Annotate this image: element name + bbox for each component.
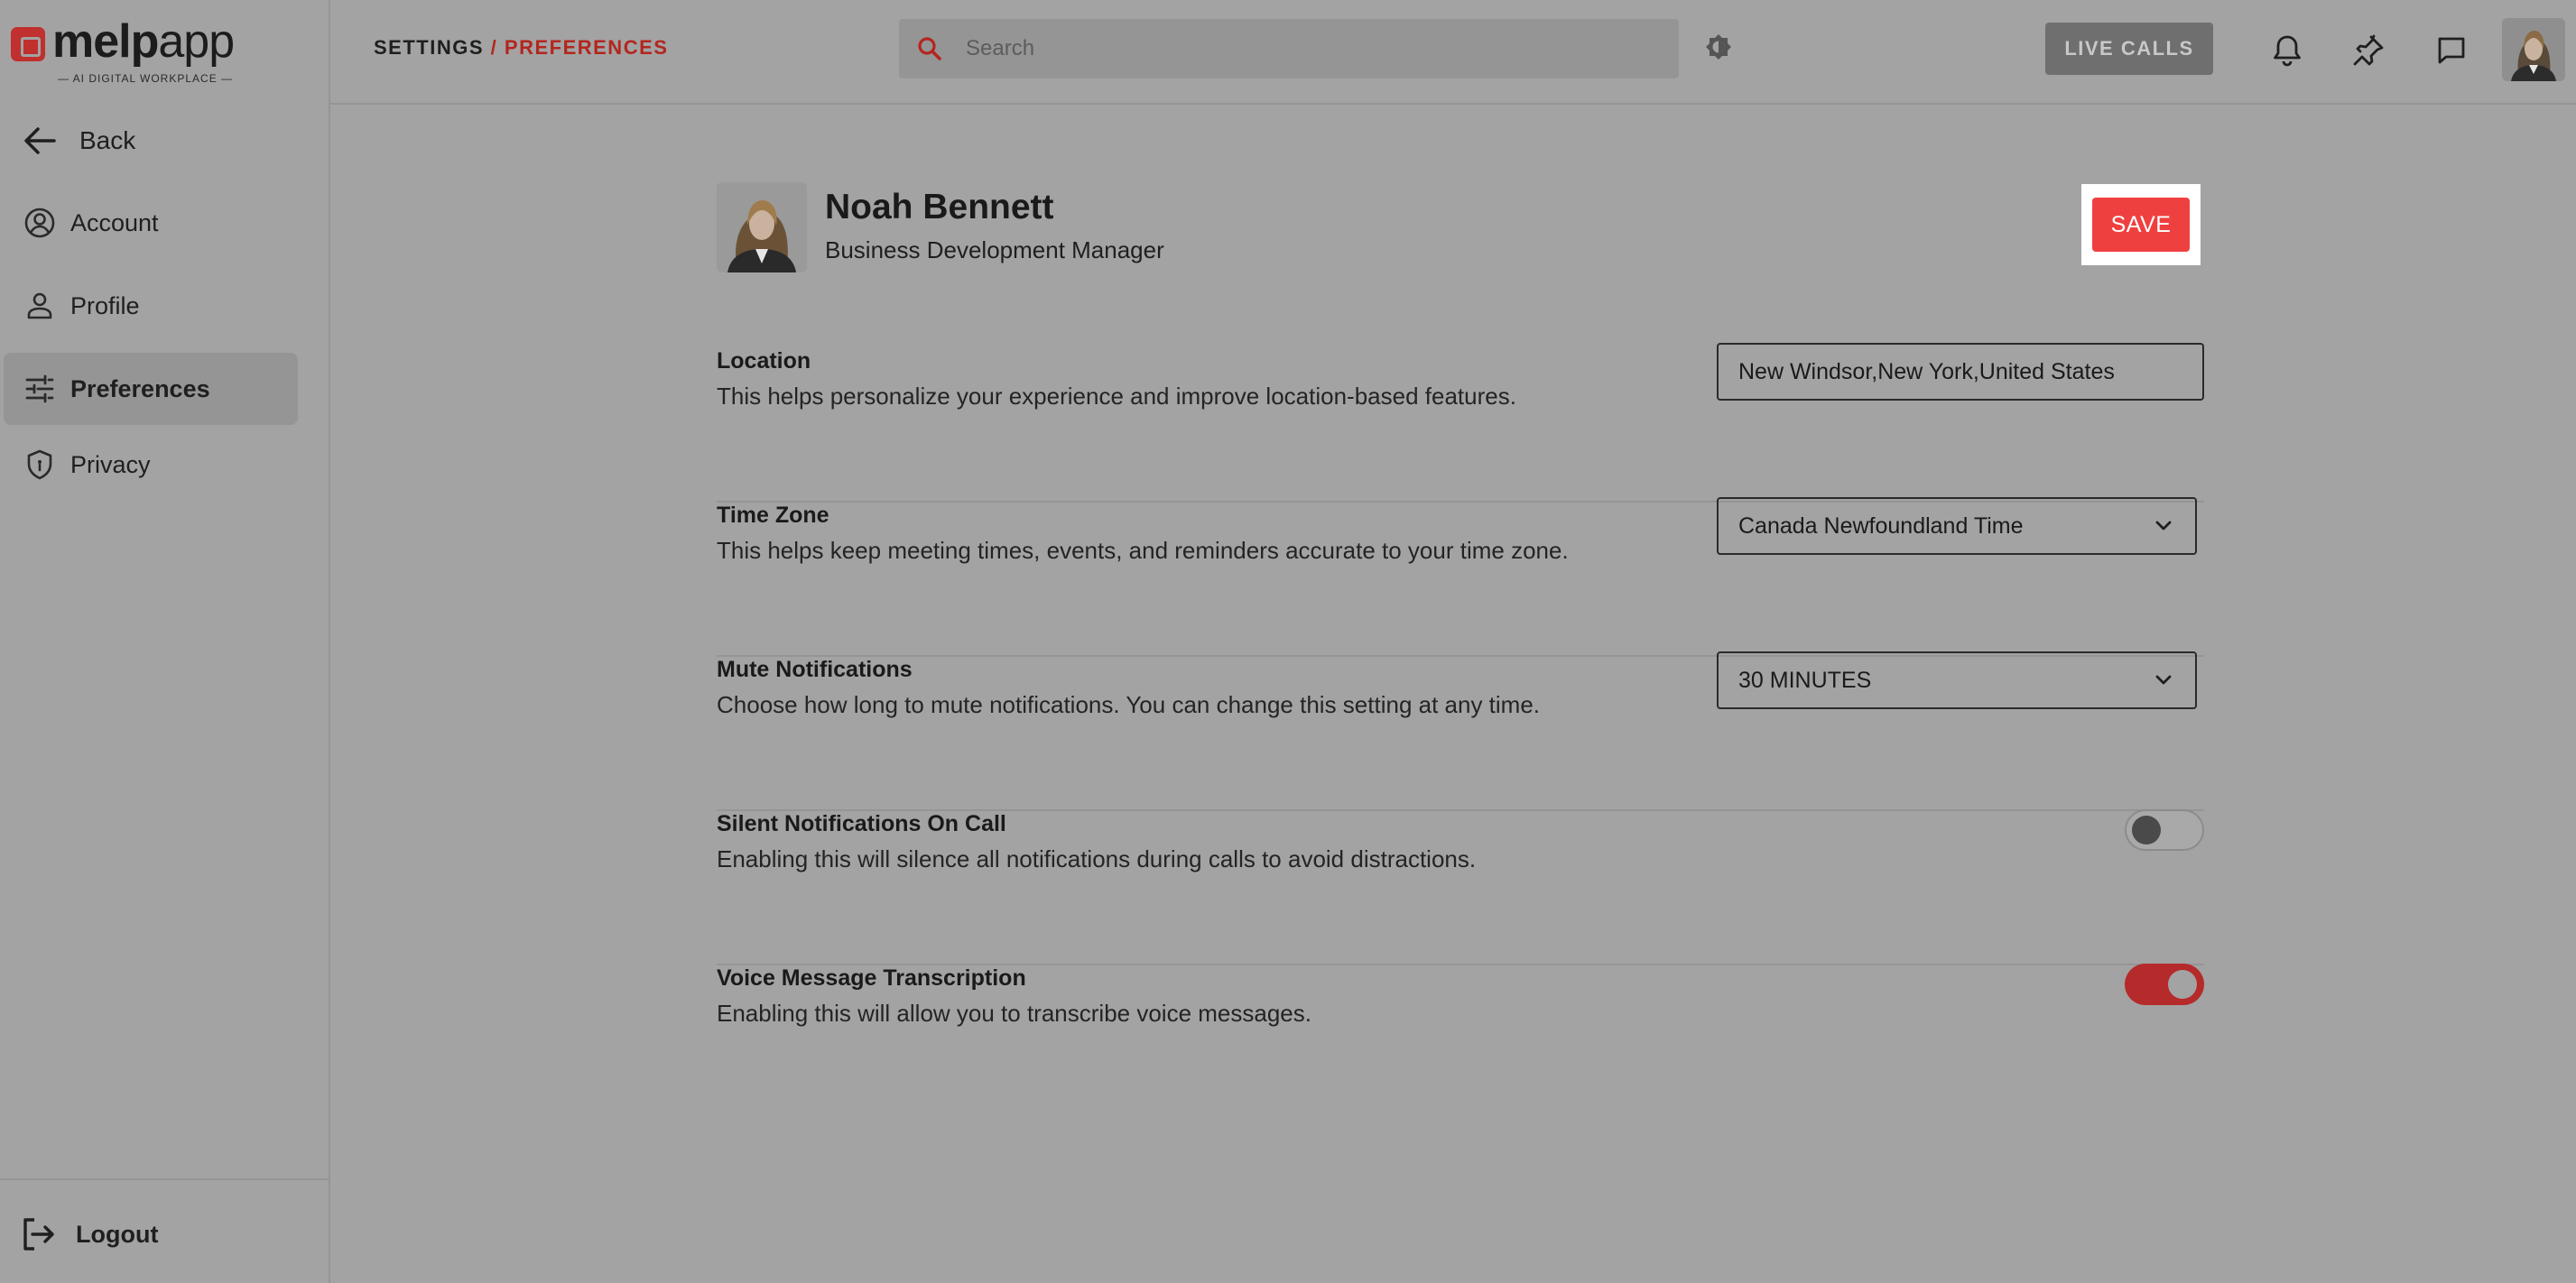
top-bar: SETTINGS / PREFERENCES LIVE CALLS <box>330 0 2576 105</box>
search-input[interactable] <box>966 36 1652 61</box>
shield-icon <box>22 447 58 483</box>
save-button-highlight: SAVE <box>2081 184 2201 265</box>
time-zone-select[interactable]: Canada Newfoundland Time <box>1717 497 2197 555</box>
mute-duration-select[interactable]: 30 MINUTES <box>1717 651 2197 709</box>
bell-icon[interactable] <box>2267 31 2307 70</box>
silent-on-call-toggle[interactable] <box>2125 809 2204 851</box>
search-bar[interactable] <box>899 19 1679 78</box>
melp-logo[interactable]: melpapp — AI DIGITAL WORKPLACE — <box>11 15 255 88</box>
setting-title: Voice Message Transcription <box>717 965 1026 991</box>
sidebar-item-label: Account <box>70 208 159 236</box>
setting-description: Enabling this will silence all notificat… <box>717 845 1477 872</box>
setting-title: Silent Notifications On Call <box>717 811 1006 836</box>
sidebar-item-profile[interactable]: Profile <box>4 270 298 342</box>
setting-title: Location <box>717 348 811 374</box>
back-label: Back <box>79 126 136 154</box>
user-avatar[interactable] <box>2502 18 2565 81</box>
search-icon <box>912 31 948 67</box>
logo-tagline: — AI DIGITAL WORKPLACE — <box>58 72 234 85</box>
save-button[interactable]: SAVE <box>2092 198 2190 252</box>
account-circle-icon <box>22 205 58 241</box>
setting-time-zone: Time Zone This helps keep meeting times,… <box>717 497 2204 657</box>
preferences-panel: Noah Bennett Business Development Manage… <box>330 106 2576 1283</box>
profile-avatar <box>717 182 807 272</box>
sidebar-item-label: Privacy <box>70 450 151 478</box>
pin-icon[interactable] <box>2349 31 2388 70</box>
mute-duration-value: 30 MINUTES <box>1738 667 1872 693</box>
setting-description: Enabling this will allow you to transcri… <box>717 1000 1311 1027</box>
back-button[interactable]: Back <box>4 105 298 177</box>
setting-description: This helps personalize your experience a… <box>717 383 1516 410</box>
toggle-knob <box>2132 816 2161 845</box>
setting-title: Time Zone <box>717 503 829 528</box>
breadcrumb-current: PREFERENCES <box>504 36 669 59</box>
setting-title: Mute Notifications <box>717 657 913 682</box>
setting-location: Location This helps personalize your exp… <box>717 343 2204 503</box>
setting-silent-on-call: Silent Notifications On Call Enabling th… <box>717 809 2204 965</box>
user-name: Noah Bennett <box>825 188 1054 226</box>
logout-label: Logout <box>76 1220 159 1248</box>
sidebar-footer: Logout <box>0 1178 330 1283</box>
sidebar-item-label: Preferences <box>70 374 210 402</box>
chevron-down-icon <box>2152 669 2175 692</box>
setting-voice-transcription: Voice Message Transcription Enabling thi… <box>717 964 2204 1120</box>
chat-icon[interactable] <box>2432 31 2471 70</box>
sidebar-item-label: Profile <box>70 291 140 319</box>
person-icon <box>22 288 58 324</box>
breadcrumb-separator: / <box>490 36 498 59</box>
toggle-knob <box>2168 970 2197 999</box>
live-calls-button[interactable]: LIVE CALLS <box>2045 23 2213 75</box>
user-role: Business Development Manager <box>825 236 1164 263</box>
voice-transcription-toggle[interactable] <box>2125 964 2204 1005</box>
logout-icon <box>18 1214 58 1254</box>
logout-button[interactable]: Logout <box>18 1207 158 1261</box>
arrow-left-icon <box>22 123 58 159</box>
sidebar-item-privacy[interactable]: Privacy <box>4 429 298 501</box>
time-zone-value: Canada Newfoundland Time <box>1738 512 2024 539</box>
chevron-down-icon <box>2152 514 2175 538</box>
setting-description: This helps keep meeting times, events, a… <box>717 537 1569 564</box>
logo-wordmark: melpapp <box>52 15 235 68</box>
profile-header: Noah Bennett Business Development Manage… <box>717 182 2197 291</box>
logo-mark-icon <box>11 27 45 61</box>
sidebar-item-preferences[interactable]: Preferences <box>4 353 298 425</box>
setting-mute-notifications: Mute Notifications Choose how long to mu… <box>717 651 2204 811</box>
setting-description: Choose how long to mute notifications. Y… <box>717 691 1541 718</box>
theme-toggle-icon[interactable] <box>1704 32 1733 61</box>
location-input[interactable] <box>1717 343 2204 401</box>
sidebar: melpapp — AI DIGITAL WORKPLACE — Back Ac… <box>0 0 330 1283</box>
breadcrumb-root[interactable]: SETTINGS <box>374 36 484 59</box>
sidebar-item-account[interactable]: Account <box>4 187 298 259</box>
breadcrumb: SETTINGS / PREFERENCES <box>374 36 668 60</box>
sliders-icon <box>22 371 58 407</box>
